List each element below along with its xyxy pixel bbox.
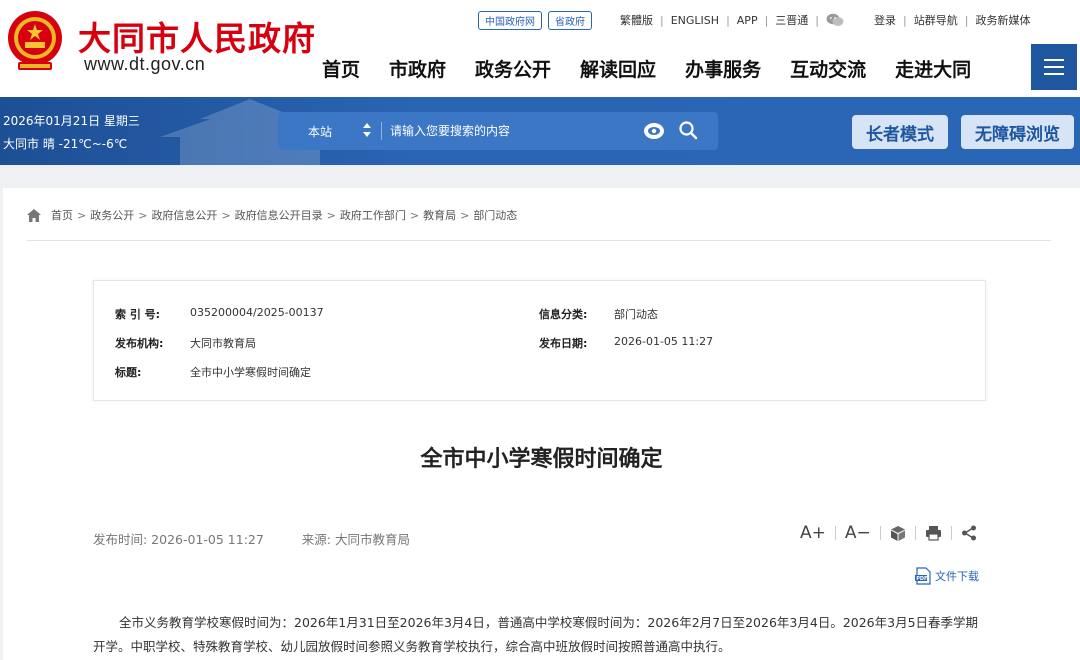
article-source: 来源: 大同市教育局 <box>301 532 410 547</box>
main-nav: 首页 市政府 政务公开 解读回应 办事服务 互动交流 走进大同 <box>322 55 1000 82</box>
nav-services[interactable]: 办事服务 <box>685 55 761 82</box>
nav-interpretation[interactable]: 解读回应 <box>580 55 656 82</box>
breadcrumb-government-affairs[interactable]: 政务公开 <box>90 207 134 223</box>
font-increase-button[interactable]: A+ <box>800 523 826 543</box>
site-header: 大同市人民政府 www.dt.gov.cn 中国政府网 省政府 繁體版 | EN… <box>0 0 1080 97</box>
search-box: 本站 <box>278 112 718 150</box>
publisher-label: 发布机构: <box>115 337 164 350</box>
pdf-file-icon: PDF <box>915 567 931 585</box>
app-link[interactable]: APP <box>737 14 758 27</box>
site-url: www.dt.gov.cn <box>84 54 206 74</box>
article-body: 全市义务教育学校寒假时间为：2026年1月31日至2026年3月4日，普通高中学… <box>93 615 979 654</box>
english-link[interactable]: ENGLISH <box>671 14 719 27</box>
publish-date-label: 发布日期: <box>539 337 588 350</box>
publish-info: 发布时间: 2026-01-05 11:27 来源: 大同市教育局 <box>93 529 410 548</box>
title-label: 标题: <box>115 366 142 379</box>
search-icon[interactable] <box>678 120 698 140</box>
new-media-link[interactable]: 政务新媒体 <box>975 12 1030 28</box>
breadcrumb-info-disclosure[interactable]: 政府信息公开 <box>151 207 217 223</box>
site-group-nav-link[interactable]: 站群导航 <box>914 12 958 28</box>
nav-city-government[interactable]: 市政府 <box>389 55 446 82</box>
breadcrumb-departments[interactable]: 政府工作部门 <box>340 207 406 223</box>
index-value: 035200004/2025-00137 <box>190 306 324 319</box>
print-icon[interactable] <box>925 525 942 541</box>
publish-time: 发布时间: 2026-01-05 11:27 <box>93 532 264 547</box>
metadata-panel: 索 引 号: 035200004/2025-00137 信息分类: 部门动态 发… <box>93 280 986 401</box>
top-links: 中国政府网 省政府 繁體版 | ENGLISH | APP | 三晋通 | 登录… <box>478 10 1030 30</box>
accessible-browse-button[interactable]: 无障碍浏览 <box>961 115 1074 149</box>
national-emblem-icon <box>8 11 62 70</box>
category-value: 部门动态 <box>614 308 658 321</box>
search-scope-select[interactable]: 本站 <box>308 123 332 140</box>
elder-mode-button[interactable]: 长者模式 <box>852 115 948 149</box>
china-gov-link[interactable]: 中国政府网 <box>478 10 542 30</box>
traditional-chinese-link[interactable]: 繁體版 <box>620 12 653 28</box>
search-band: 2026年01月21日 星期三 大同市 晴 -21℃~-6℃ 本站 长者模式 无… <box>0 97 1080 165</box>
home-icon <box>27 208 41 222</box>
article-tools: A+ A− <box>800 523 977 543</box>
share-icon[interactable] <box>961 525 977 541</box>
cube-icon[interactable] <box>890 525 906 542</box>
publish-date-value: 2026-01-05 11:27 <box>614 335 714 348</box>
svg-text:PDF: PDF <box>916 576 927 582</box>
weather-info: 大同市 晴 -21℃~-6℃ <box>3 137 128 151</box>
nav-about-datong[interactable]: 走进大同 <box>895 55 971 82</box>
voice-search-icon[interactable] <box>643 121 665 141</box>
search-input[interactable] <box>390 115 630 147</box>
hamburger-menu-button[interactable] <box>1031 44 1077 90</box>
article-content: 首页 > 政务公开 > 政府信息公开 > 政府信息公开目录 > 政府工作部门 > 教育局 >… <box>3 188 1080 660</box>
nav-government-affairs[interactable]: 政务公开 <box>475 55 551 82</box>
updown-arrow-icon[interactable] <box>362 122 372 138</box>
login-link[interactable]: 登录 <box>874 12 896 28</box>
category-label: 信息分类: <box>539 308 588 321</box>
breadcrumb: 首页 > 政务公开 > 政府信息公开 > 政府信息公开目录 > 政府工作部门 > 教育局 >… <box>27 207 517 223</box>
font-decrease-button[interactable]: A− <box>845 523 871 543</box>
site-title[interactable]: 大同市人民政府 <box>78 12 316 60</box>
file-download-label[interactable]: 文件下载 <box>935 568 979 584</box>
index-label: 索 引 号: <box>115 308 161 321</box>
breadcrumb-home[interactable]: 首页 <box>51 207 73 223</box>
wechat-icon[interactable] <box>826 13 844 27</box>
file-download-link[interactable]: PDF 文件下载 <box>915 567 979 585</box>
breadcrumb-education-bureau[interactable]: 教育局 <box>423 207 456 223</box>
nav-home[interactable]: 首页 <box>322 55 360 82</box>
breadcrumb-department-news[interactable]: 部门动态 <box>473 207 517 223</box>
current-date: 2026年01月21日 星期三 <box>3 114 140 128</box>
article-title: 全市中小学寒假时间确定 <box>420 447 663 472</box>
province-gov-link[interactable]: 省政府 <box>548 10 592 30</box>
sanjintong-link[interactable]: 三晋通 <box>775 12 808 28</box>
title-value: 全市中小学寒假时间确定 <box>190 366 311 379</box>
nav-interaction[interactable]: 互动交流 <box>790 55 866 82</box>
breadcrumb-disclosure-catalog[interactable]: 政府信息公开目录 <box>235 207 323 223</box>
publisher-value: 大同市教育局 <box>190 337 256 350</box>
